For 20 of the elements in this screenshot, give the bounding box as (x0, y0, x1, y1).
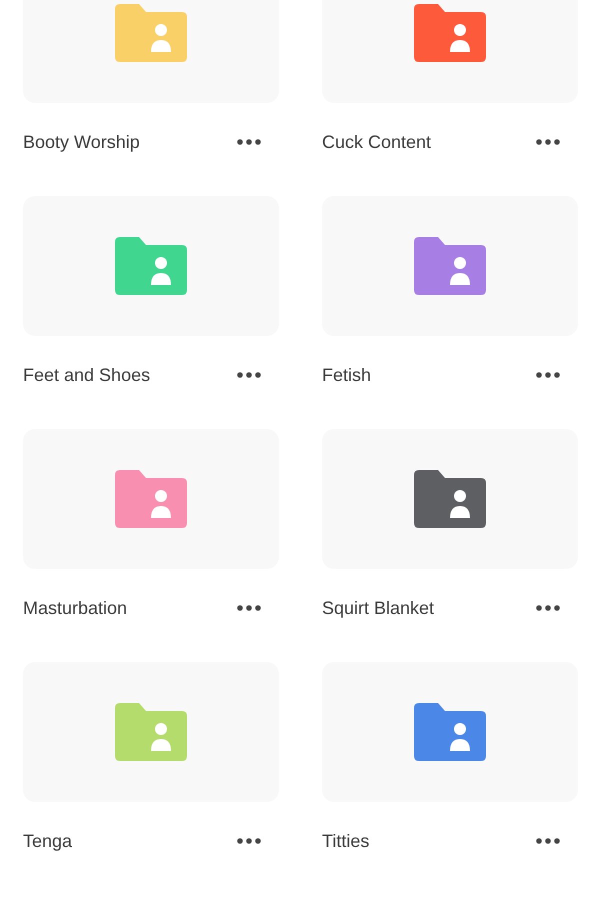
folder-name: Tenga (23, 830, 72, 852)
more-icon[interactable] (536, 838, 560, 844)
folder-card[interactable] (322, 662, 578, 802)
more-icon[interactable] (536, 605, 560, 611)
folder-name: Booty Worship (23, 132, 140, 152)
folder-name: Squirt Blanket (322, 598, 434, 618)
folder-name: Cuck Content (322, 132, 432, 152)
folder-card[interactable] (322, 0, 578, 103)
folder-name: Titties (322, 830, 370, 852)
more-icon[interactable] (237, 372, 261, 378)
folder-card[interactable] (322, 429, 578, 569)
more-icon[interactable] (536, 372, 560, 378)
folder-name: Masturbation (23, 598, 128, 618)
folder-card[interactable] (322, 196, 578, 336)
more-icon[interactable] (237, 605, 261, 611)
folder-name: Fetish (322, 364, 372, 386)
more-icon[interactable] (536, 139, 560, 145)
more-icon[interactable] (237, 838, 261, 844)
folder-name: Feet and Shoes (23, 364, 150, 386)
more-icon[interactable] (237, 139, 261, 145)
